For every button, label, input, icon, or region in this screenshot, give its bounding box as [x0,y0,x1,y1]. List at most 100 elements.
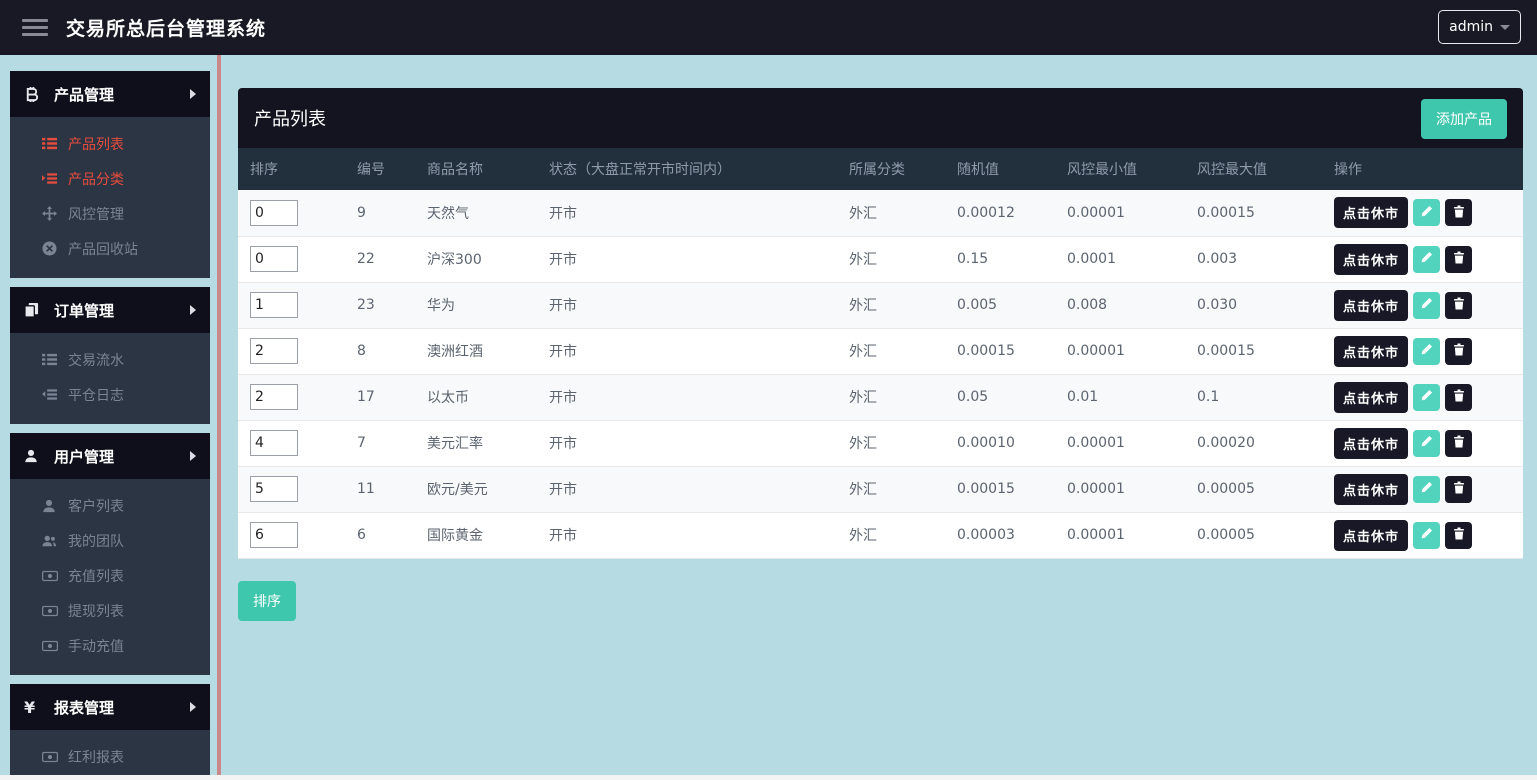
delete-button[interactable] [1445,476,1472,503]
cell-name: 沪深300 [415,236,537,282]
list-icon [42,136,59,151]
close-market-button[interactable]: 点击休市 [1334,520,1408,551]
nav-header-label: 用户管理 [54,446,190,467]
sidebar-item-label: 客户列表 [68,496,124,516]
pencil-icon [1420,251,1433,267]
close-market-button[interactable]: 点击休市 [1334,382,1408,413]
hamburger-menu-icon[interactable] [22,15,48,40]
table-row: 6 国际黄金 开市 外汇 0.00003 0.00001 0.00005 点击休… [238,512,1523,558]
nav-submenu: 客户列表 我的团队 充值列表 提现列表 手动充值 [10,479,210,675]
cell-random: 0.00003 [945,512,1055,558]
sort-input[interactable] [250,200,298,226]
sidebar-item-my-team[interactable]: 我的团队 [10,523,210,558]
pencil-icon [1420,481,1433,497]
delete-button[interactable] [1445,338,1472,365]
nav-header-orders[interactable]: 订单管理 [10,287,210,333]
sidebar-item-product-recycle[interactable]: 产品回收站 [10,231,210,266]
add-product-button[interactable]: 添加产品 [1421,99,1507,139]
sort-input[interactable] [250,292,298,318]
table-row: 22 沪深300 开市 外汇 0.15 0.0001 0.003 点击休市 [238,236,1523,282]
table-body: 9 天然气 开市 外汇 0.00012 0.00001 0.00015 点击休市 [238,190,1523,558]
nav-header-users[interactable]: 用户管理 [10,433,210,479]
sort-submit-button[interactable]: 排序 [238,581,296,621]
cell-name: 以太币 [415,374,537,420]
caret-right-icon [190,451,196,461]
panel-header: 产品列表 添加产品 [238,88,1523,148]
nav-header-reports[interactable]: ¥ 报表管理 [10,684,210,730]
sidebar-item-customer-list[interactable]: 客户列表 [10,488,210,523]
cell-risk-min: 0.00001 [1055,512,1185,558]
cell-name: 国际黄金 [415,512,537,558]
sidebar-item-label: 风控管理 [68,204,124,224]
close-market-button[interactable]: 点击休市 [1334,244,1408,275]
close-market-button[interactable]: 点击休市 [1334,474,1408,505]
cell-risk-max: 0.00015 [1185,328,1322,374]
sidebar-item-manual-deposit[interactable]: 手动充值 [10,628,210,663]
copy-icon [24,303,42,318]
edit-button[interactable] [1413,246,1440,273]
cell-name: 华为 [415,282,537,328]
cell-category: 外汇 [837,466,945,512]
delete-button[interactable] [1445,430,1472,457]
table-header-row: 排序 编号 商品名称 状态（大盘正常开市时间内） 所属分类 随机值 风控最小值 … [238,148,1523,190]
delete-button[interactable] [1445,199,1472,226]
trash-icon [1453,251,1465,267]
caret-right-icon [190,89,196,99]
sidebar-item-risk-management[interactable]: 风控管理 [10,196,210,231]
sidebar-item-label: 产品回收站 [68,239,138,259]
close-market-button[interactable]: 点击休市 [1334,428,1408,459]
bottom-scroll-strip [0,775,1537,780]
cell-random: 0.00015 [945,466,1055,512]
sort-input[interactable] [250,522,298,548]
sidebar: 产品管理 产品列表 产品分类 风控管理 产品回收站 [0,55,210,775]
cell-id: 22 [345,236,415,282]
nav-submenu: 产品列表 产品分类 风控管理 产品回收站 [10,117,210,278]
cell-risk-min: 0.008 [1055,282,1185,328]
money-icon [42,604,59,618]
sort-input[interactable] [250,246,298,272]
close-market-button[interactable]: 点击休市 [1334,336,1408,367]
edit-button[interactable] [1413,522,1440,549]
sort-input[interactable] [250,430,298,456]
sort-input[interactable] [250,476,298,502]
sidebar-item-trade-flow[interactable]: 交易流水 [10,342,210,377]
sort-input[interactable] [250,384,298,410]
sidebar-item-deposit-list[interactable]: 充值列表 [10,558,210,593]
user-icon [24,449,42,463]
app-title: 交易所总后台管理系统 [66,14,266,41]
cell-risk-max: 0.1 [1185,374,1322,420]
sidebar-item-label: 我的团队 [68,531,124,551]
sidebar-item-dividend-report[interactable]: 红利报表 [10,739,210,774]
close-market-button[interactable]: 点击休市 [1334,197,1408,228]
sidebar-item-product-category[interactable]: 产品分类 [10,161,210,196]
cell-id: 8 [345,328,415,374]
sidebar-item-label: 产品列表 [68,134,124,154]
cell-status: 开市 [537,512,837,558]
edit-button[interactable] [1413,384,1440,411]
edit-button[interactable] [1413,199,1440,226]
sidebar-item-product-list[interactable]: 产品列表 [10,126,210,161]
admin-dropdown-button[interactable]: admin [1438,10,1521,44]
nav-header-products[interactable]: 产品管理 [10,71,210,117]
sort-input[interactable] [250,338,298,364]
sidebar-item-withdraw-list[interactable]: 提现列表 [10,593,210,628]
cell-id: 11 [345,466,415,512]
delete-button[interactable] [1445,246,1472,273]
page-title: 产品列表 [254,105,326,131]
delete-button[interactable] [1445,384,1472,411]
delete-button[interactable] [1445,522,1472,549]
edit-button[interactable] [1413,476,1440,503]
cell-status: 开市 [537,374,837,420]
delete-button[interactable] [1445,292,1472,319]
edit-button[interactable] [1413,292,1440,319]
cell-category: 外汇 [837,374,945,420]
cell-category: 外汇 [837,282,945,328]
edit-button[interactable] [1413,338,1440,365]
nav-section-reports: ¥ 报表管理 红利报表 佣金报表 资金报表 [10,684,210,780]
money-icon [42,750,59,764]
close-market-button[interactable]: 点击休市 [1334,290,1408,321]
sidebar-item-close-log[interactable]: 平仓日志 [10,377,210,412]
edit-button[interactable] [1413,430,1440,457]
list-icon [42,352,59,367]
table-row: 9 天然气 开市 外汇 0.00012 0.00001 0.00015 点击休市 [238,190,1523,236]
